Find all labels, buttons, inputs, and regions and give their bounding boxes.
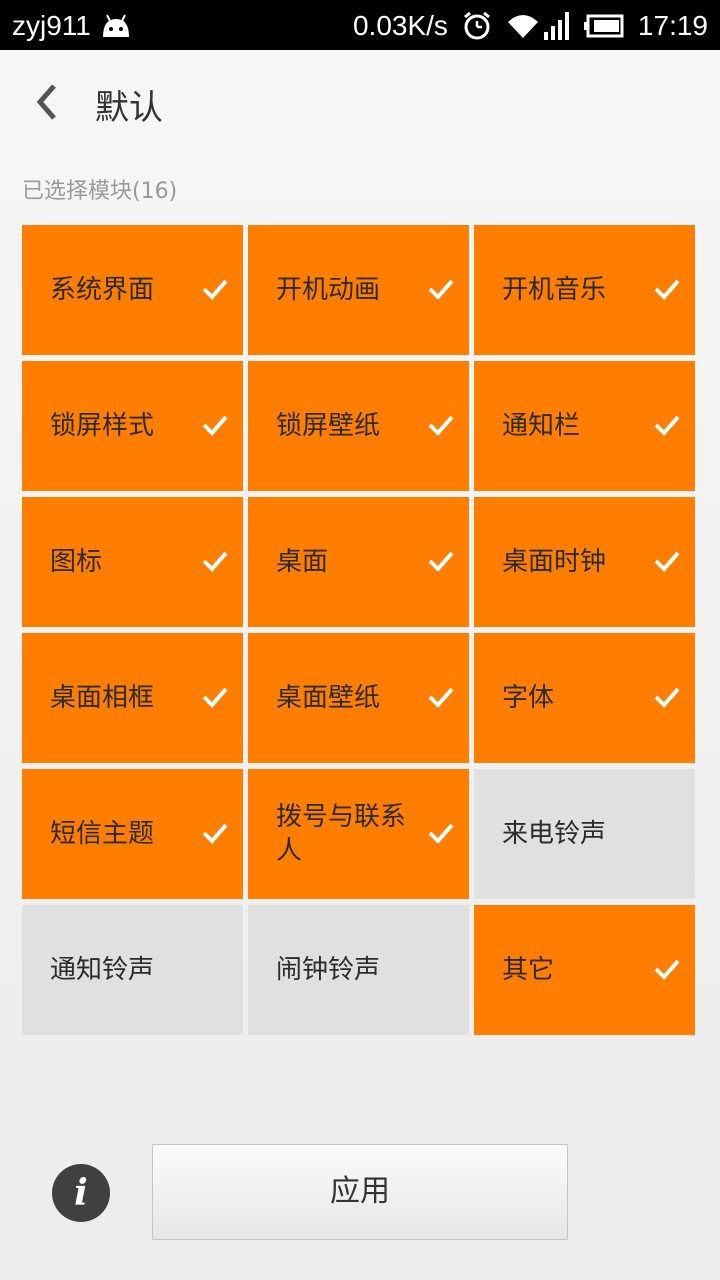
check-icon	[654, 959, 680, 980]
module-tile[interactable]: 通知栏	[474, 361, 695, 491]
signal-icon	[543, 12, 569, 40]
module-tile[interactable]: 锁屏壁纸	[248, 361, 469, 491]
module-label: 桌面相框	[50, 683, 155, 713]
module-label: 短信主题	[50, 819, 155, 849]
check-icon	[202, 279, 228, 300]
module-label: 锁屏壁纸	[276, 411, 381, 441]
module-label: 开机音乐	[502, 275, 607, 305]
module-label: 通知栏	[502, 411, 581, 441]
module-tile[interactable]: 拨号与联系人	[248, 769, 469, 899]
status-left: zyj911	[12, 10, 133, 42]
module-tile[interactable]: 桌面壁纸	[248, 633, 469, 763]
android-icon	[102, 14, 129, 37]
module-tile[interactable]: 短信主题	[22, 769, 243, 899]
module-label: 桌面时钟	[502, 547, 607, 577]
module-tile[interactable]: 开机动画	[248, 225, 469, 355]
module-tile[interactable]: 闹钟铃声	[248, 905, 469, 1035]
module-label: 拨号与联系人	[276, 802, 407, 866]
check-icon	[428, 823, 454, 844]
module-tile[interactable]: 桌面	[248, 497, 469, 627]
check-icon	[654, 279, 680, 300]
apply-button[interactable]: 应用	[152, 1144, 568, 1240]
module-tile[interactable]: 锁屏样式	[22, 361, 243, 491]
module-label: 系统界面	[50, 275, 155, 305]
check-icon	[428, 687, 454, 708]
status-right: 0.03K/s 17:19	[353, 10, 708, 42]
status-bar: zyj911 0.03K/s 17:19	[0, 0, 720, 50]
module-label: 图标	[50, 547, 103, 577]
module-tile[interactable]: 系统界面	[22, 225, 243, 355]
check-icon	[654, 415, 680, 436]
alarm-icon	[463, 11, 490, 40]
wifi-icon	[507, 15, 538, 38]
module-tile[interactable]: 桌面相框	[22, 633, 243, 763]
module-label: 闹钟铃声	[276, 955, 381, 985]
check-icon	[428, 415, 454, 436]
back-arrow-icon[interactable]	[24, 78, 72, 126]
module-label: 其它	[502, 955, 555, 985]
header: 默认	[0, 50, 720, 150]
selected-modules-label: 已选择模块(16)	[22, 179, 178, 204]
module-label: 来电铃声	[502, 819, 607, 849]
module-tile[interactable]: 开机音乐	[474, 225, 695, 355]
module-label: 通知铃声	[50, 955, 155, 985]
status-time: 17:19	[637, 10, 708, 41]
module-tile[interactable]: 桌面时钟	[474, 497, 695, 627]
battery-icon	[583, 14, 624, 38]
check-icon	[202, 687, 228, 708]
info-icon[interactable]: i	[52, 1164, 110, 1222]
page-title: 默认	[95, 88, 163, 128]
module-tile[interactable]: 其它	[474, 905, 695, 1035]
status-user: zyj911	[12, 10, 91, 41]
check-icon	[202, 551, 228, 572]
module-label: 锁屏样式	[50, 411, 155, 441]
check-icon	[654, 551, 680, 572]
check-icon	[428, 551, 454, 572]
check-icon	[654, 687, 680, 708]
module-label: 开机动画	[276, 275, 381, 305]
module-label: 桌面壁纸	[276, 683, 381, 713]
check-icon	[202, 823, 228, 844]
module-tile[interactable]: 图标	[22, 497, 243, 627]
check-icon	[202, 415, 228, 436]
module-label: 字体	[502, 683, 555, 713]
check-icon	[428, 279, 454, 300]
module-tile[interactable]: 字体	[474, 633, 695, 763]
status-speed: 0.03K/s	[352, 10, 448, 41]
module-tile[interactable]: 通知铃声	[22, 905, 243, 1035]
module-label: 桌面	[276, 547, 329, 577]
module-tile[interactable]: 来电铃声	[474, 769, 695, 899]
